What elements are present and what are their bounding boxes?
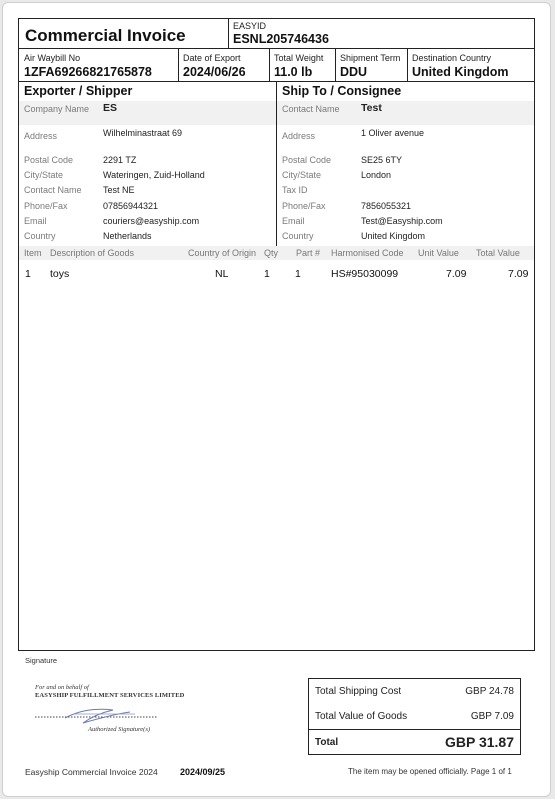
item-unit-value-cell: 7.09: [446, 268, 467, 280]
exporter-postal-value: 2291 TZ: [103, 155, 137, 165]
exporter-phone-label: Phone/Fax: [24, 201, 68, 211]
item-hscode-cell: HS#95030099: [331, 268, 399, 280]
shipment-term-label: Shipment Term: [340, 53, 401, 63]
col-description-header: Description of Goods: [50, 248, 135, 258]
totals-box: Total Shipping Cost GBP 24.78 Total Valu…: [308, 678, 521, 755]
divider: [228, 18, 229, 48]
consignee-city-label: City/State: [282, 170, 322, 180]
consignee-city-value: London: [361, 170, 392, 180]
consignee-phone-value: 7856055321: [361, 201, 412, 211]
awb-value: 1ZFA69266821765878: [24, 65, 152, 79]
signature-label: Signature: [25, 656, 58, 665]
party-divider: [276, 81, 277, 246]
destination-country-value: United Kingdom: [412, 65, 509, 79]
col-unit-value-header: Unit Value: [418, 248, 459, 258]
divider: [18, 48, 535, 49]
consignee-country-label: Country: [282, 231, 314, 241]
stamp-line1: For and on behalf of: [35, 684, 89, 691]
col-origin-header: Country of Origin: [188, 248, 257, 258]
consignee-contact-value: Test: [361, 102, 382, 114]
col-item-header: Item: [24, 248, 42, 258]
col-part-header: Part #: [296, 248, 321, 258]
invoice-title: Commercial Invoice: [25, 26, 186, 45]
easyid-value: ESNL205746436: [233, 32, 329, 46]
destination-country-label: Destination Country: [412, 53, 492, 63]
footer-date: 2024/09/25: [180, 767, 226, 777]
col-hscode-header: Harmonised Code: [331, 248, 404, 258]
consignee-postal-value: SE25 6TY: [361, 155, 403, 165]
total-weight-label: Total Weight: [274, 53, 324, 63]
item-qty-cell: 1: [264, 268, 270, 280]
total-label: Total: [315, 737, 339, 748]
consignee-phone-label: Phone/Fax: [282, 201, 326, 211]
exporter-country-label: Country: [24, 231, 56, 241]
col-total-value-header: Total Value: [476, 248, 520, 258]
footer-right: The item may be opened officially. Page …: [348, 767, 512, 776]
divider: [178, 48, 179, 81]
exporter-contact-label: Contact Name: [24, 185, 82, 195]
col-qty-header: Qty: [264, 248, 279, 258]
exporter-heading: Exporter / Shipper: [24, 84, 133, 98]
exporter-address-label: Address: [24, 131, 58, 141]
shipping-cost-label: Total Shipping Cost: [315, 686, 402, 697]
item-description-cell: toys: [50, 268, 70, 280]
exporter-phone-value: 07856944321: [103, 201, 159, 211]
item-total-value-cell: 7.09: [508, 268, 529, 280]
exporter-contact-value: Test NE: [103, 185, 135, 195]
divider: [335, 48, 336, 81]
consignee-contact-label: Contact Name: [282, 104, 340, 114]
item-number-cell: 1: [25, 268, 31, 280]
stamp-line2: EASYSHIP FULFILLMENT SERVICES LIMITED: [35, 692, 185, 699]
total-weight-value: 11.0 lb: [274, 65, 313, 79]
goods-value-value: GBP 7.09: [470, 711, 514, 722]
divider: [269, 48, 270, 81]
item-origin-cell: NL: [215, 268, 229, 280]
goods-value-label: Total Value of Goods: [315, 711, 408, 722]
exporter-address-value: Wilhelminastraat 69: [103, 128, 183, 138]
exporter-company-label: Company Name: [24, 104, 90, 114]
divider: [309, 729, 520, 730]
exporter-country-value: Netherlands: [103, 231, 152, 241]
consignee-address-value: 1 Oliver avenue: [361, 128, 425, 138]
exporter-city-label: City/State: [24, 170, 64, 180]
easyid-label: EASYID: [233, 21, 267, 31]
exporter-email-value: couriers@easyship.com: [103, 216, 200, 226]
item-part-cell: 1: [295, 268, 301, 280]
export-date-value: 2024/06/26: [183, 65, 246, 79]
total-value: GBP 31.87: [444, 734, 514, 750]
exporter-postal-label: Postal Code: [24, 155, 74, 165]
shipping-cost-value: GBP 24.78: [465, 686, 514, 697]
export-date-label: Date of Export: [183, 53, 241, 63]
consignee-taxid-label: Tax ID: [282, 185, 308, 195]
consignee-heading: Ship To / Consignee: [282, 84, 402, 98]
exporter-company-value: ES: [103, 102, 118, 114]
consignee-address-label: Address: [282, 131, 316, 141]
exporter-city-value: Wateringen, Zuid-Holland: [103, 170, 205, 180]
awb-label: Air Waybill No: [24, 53, 81, 63]
consignee-country-value: United Kingdom: [361, 231, 426, 241]
divider: [407, 48, 408, 81]
shipment-term-value: DDU: [340, 65, 368, 79]
consignee-email-value: Test@Easyship.com: [361, 216, 443, 226]
exporter-email-label: Email: [24, 216, 47, 226]
footer-left: Easyship Commercial Invoice 2024: [25, 767, 158, 777]
consignee-email-label: Email: [282, 216, 305, 226]
consignee-postal-label: Postal Code: [282, 155, 332, 165]
stamp-line3: Authorized Signature(s): [88, 726, 151, 733]
